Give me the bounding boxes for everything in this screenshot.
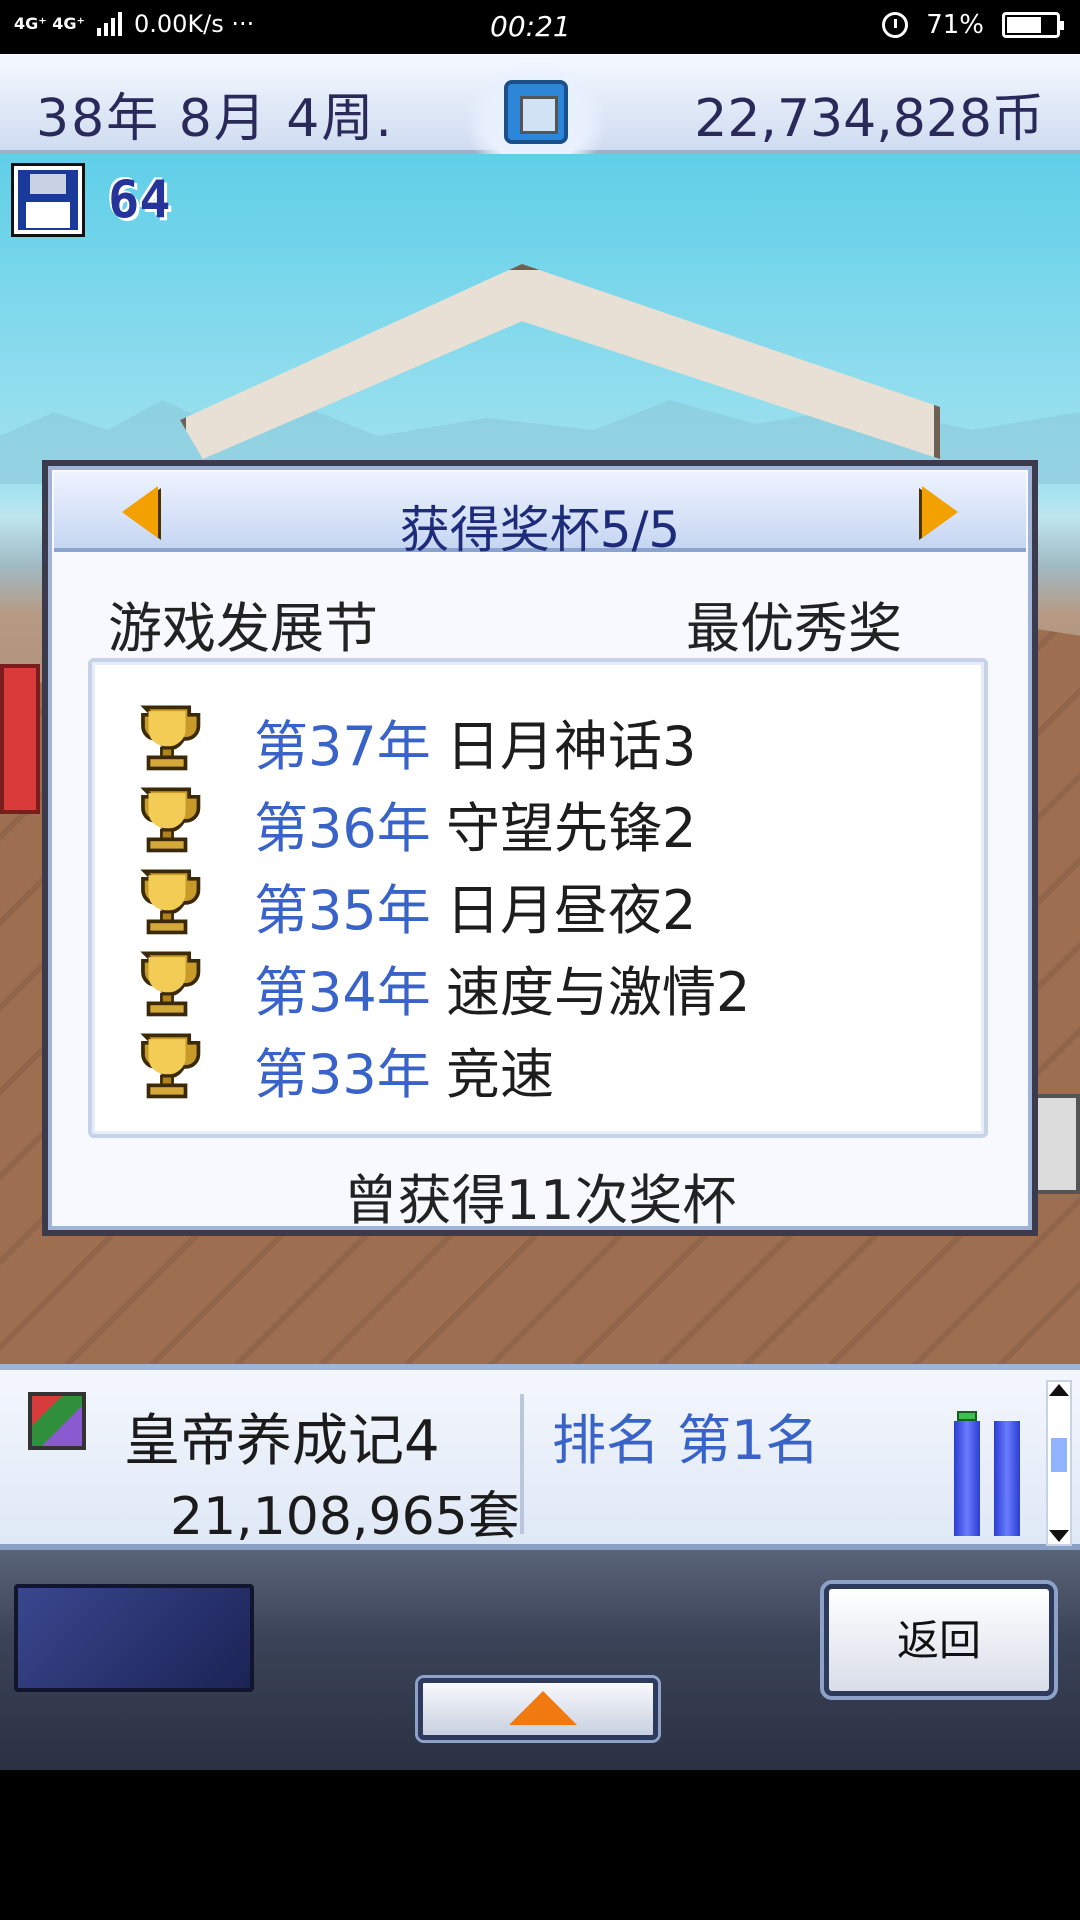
trophy-game: 速度与激情2 [446, 961, 751, 1024]
control-bar: 返回 [0, 1550, 1080, 1770]
money-display: 22,734,828币 [694, 89, 1044, 149]
list-item: 第36年 守望先锋2 [92, 778, 984, 860]
battery-icon [1002, 12, 1064, 38]
battery-fill [1007, 17, 1041, 33]
dialog-header: 获得奖杯5/5 [54, 472, 1026, 559]
expand-button[interactable] [418, 1678, 658, 1740]
disk-count: 64 [108, 170, 171, 230]
sales-bar [994, 1421, 1020, 1536]
trophy-year: 第34年 [254, 961, 431, 1024]
blank-panel-button[interactable] [14, 1584, 254, 1692]
trophy-year: 第35年 [254, 879, 431, 942]
battery-percent: 71% [926, 10, 984, 40]
trophy-icon [140, 705, 201, 771]
network-speed: 0.00K/s ··· [134, 10, 255, 38]
status-left: 4G⁺ 4G⁺ 0.00K/s ··· [14, 10, 254, 38]
bar-cap-icon [957, 1411, 977, 1421]
next-arrow-icon[interactable] [922, 486, 958, 538]
dialog-title: 获得奖杯5/5 [399, 501, 681, 559]
trophy-icon [140, 869, 201, 935]
trophy-icon [140, 787, 201, 853]
trophy-icon [140, 951, 201, 1017]
vending-machine [0, 664, 40, 814]
trophy-game: 竞速 [446, 1043, 554, 1106]
up-arrow-icon [509, 1691, 577, 1725]
top-bar: 38年 8月 4周. 22,734,828币 [0, 54, 1080, 182]
list-item: 第33年 竞速 [92, 1024, 984, 1106]
network-indicator: 4G⁺ 4G⁺ [14, 14, 85, 33]
scroll-down-icon[interactable] [1049, 1530, 1069, 1542]
floppy-disk-icon [14, 166, 82, 234]
alarm-icon [882, 12, 909, 38]
scroll-up-icon[interactable] [1049, 1384, 1069, 1396]
game-sales: 21,108,965套 [170, 1487, 520, 1547]
scroll-thumb[interactable] [1051, 1438, 1067, 1472]
trophy-total: 曾获得11次奖杯 [343, 1169, 737, 1232]
game-cover-icon [28, 1392, 86, 1450]
info-scrollbar[interactable] [1046, 1380, 1072, 1546]
trophy-dialog: 获得奖杯5/5 游戏发展节 最优秀奖 第37年 日月神话3 第36年 守望先锋2 [42, 460, 1038, 1236]
trophy-game: 守望先锋2 [446, 797, 697, 860]
clock: 00:21 [490, 10, 571, 43]
award-name: 最优秀奖 [686, 597, 902, 660]
signal-icon [97, 12, 122, 36]
status-right: 71% [882, 10, 1064, 40]
trophy-year: 第33年 [254, 1043, 431, 1106]
trophy-list: 第37年 日月神话3 第36年 守望先锋2 第35年 日月昼夜2 第34年 速度… [88, 658, 988, 1138]
divider [520, 1394, 524, 1534]
trophy-year: 第37年 [254, 715, 431, 778]
trophy-year: 第36年 [254, 797, 431, 860]
status-bar: 4G⁺ 4G⁺ 0.00K/s ··· 00:21 71% [0, 0, 1080, 54]
sales-rank: 排名 第1名 [552, 1409, 820, 1472]
list-item: 第35年 日月昼夜2 [92, 860, 984, 942]
trophy-game: 日月神话3 [446, 715, 697, 778]
back-button[interactable]: 返回 [824, 1584, 1054, 1696]
menu-icon [504, 80, 568, 144]
game-info-panel[interactable]: 皇帝养成记4 21,108,965套 排名 第1名 [0, 1364, 1080, 1550]
list-item: 第37年 日月神话3 [92, 696, 984, 778]
trophy-game: 日月昼夜2 [446, 879, 697, 942]
sales-bar-chart [952, 1396, 1022, 1536]
trophy-icon [140, 1033, 201, 1099]
sales-bar [954, 1421, 980, 1536]
game-date: 38年 8月 4周. [36, 89, 394, 149]
award-category: 游戏发展节 [108, 597, 378, 660]
game-title: 皇帝养成记4 [124, 1409, 440, 1474]
list-item: 第34年 速度与激情2 [92, 942, 984, 1024]
